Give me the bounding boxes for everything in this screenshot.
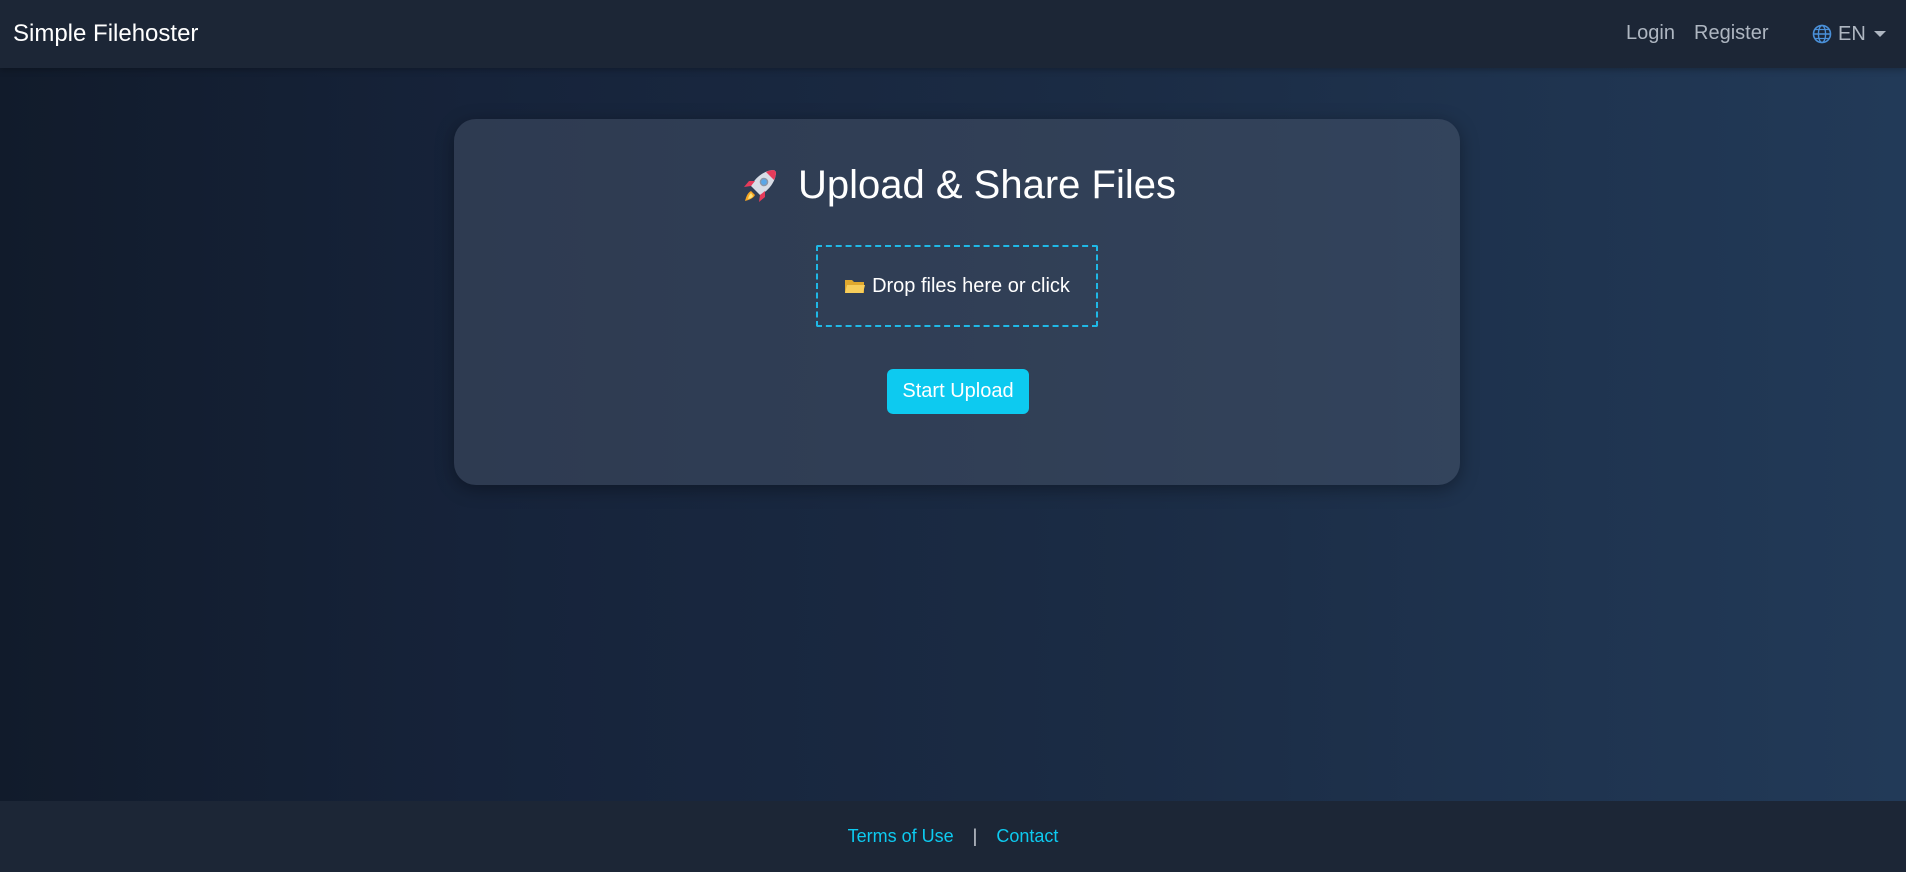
navbar: Simple Filehoster Login Register EN [0,0,1906,68]
chevron-down-icon [1873,31,1886,37]
language-selected: EN [1838,22,1866,45]
folder-icon [844,277,866,295]
footer: Terms of Use | Contact [0,801,1906,872]
rocket-icon [738,164,782,208]
upload-title-text: Upload & Share Files [798,163,1176,207]
upload-card: Upload & Share Files Drop files here or … [454,119,1460,485]
terms-of-use-link[interactable]: Terms of Use [848,826,954,847]
language-dropdown[interactable]: EN [1812,22,1886,46]
footer-separator: | [972,826,978,846]
login-link[interactable]: Login [1626,22,1675,45]
upload-title: Upload & Share Files [454,163,1460,208]
dropzone-label: Drop files here or click [872,274,1070,297]
start-upload-button[interactable]: Start Upload [887,369,1029,414]
file-dropzone[interactable]: Drop files here or click [816,245,1098,327]
globe-icon [1812,24,1832,44]
register-link[interactable]: Register [1694,22,1768,45]
contact-link[interactable]: Contact [996,826,1058,847]
brand-logo[interactable]: Simple Filehoster [13,20,198,48]
